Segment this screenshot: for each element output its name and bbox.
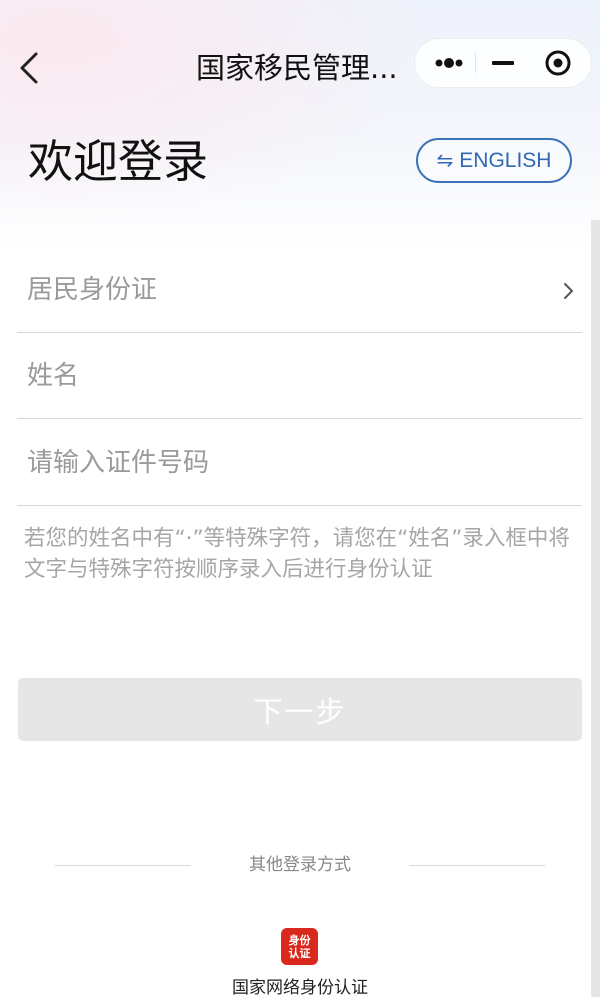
other-login-label: 其他登录方式 <box>249 855 351 875</box>
name-placeholder: 姓名 <box>27 361 80 391</box>
id-auth-logo-line1: 身份 <box>288 933 311 947</box>
back-button[interactable] <box>14 46 54 90</box>
language-button-label: ENGLISH <box>459 148 552 172</box>
id-number-field[interactable]: 请输入证件号码 <box>17 420 582 506</box>
id-type-value: 居民身份证 <box>27 275 158 305</box>
id-type-select[interactable]: 居民身份证 <box>17 247 582 333</box>
more-dots-icon <box>435 58 463 68</box>
scrollbar[interactable] <box>591 220 600 997</box>
next-step-button[interactable]: 下一步 <box>18 678 582 741</box>
special-character-hint: 若您的姓名中有“·”等特殊字符，请您在“姓名”录入框中将文字与特殊字符按顺序录入… <box>24 526 570 582</box>
national-id-auth-login[interactable]: 身份 认证 国家网络身份认证 <box>200 926 400 997</box>
divider-left <box>55 865 191 866</box>
id-number-placeholder: 请输入证件号码 <box>27 448 210 478</box>
swap-arrows-icon: ⇋ <box>436 149 454 172</box>
target-circle-icon <box>545 50 571 76</box>
minimize-button[interactable] <box>487 39 517 87</box>
name-field[interactable]: 姓名 <box>17 333 582 419</box>
chevron-left-icon <box>20 52 38 84</box>
capsule-divider <box>475 53 476 73</box>
capsule-menu <box>414 38 592 88</box>
chevron-right-icon <box>564 283 573 299</box>
id-auth-label: 国家网络身份认证 <box>232 978 368 997</box>
close-button[interactable] <box>543 48 573 78</box>
english-language-button[interactable]: ⇋ ENGLISH <box>416 138 572 183</box>
id-auth-logo-line2: 认证 <box>288 946 311 960</box>
divider-right <box>409 865 545 866</box>
minimize-icon <box>492 61 514 65</box>
page-title: 欢迎登录 <box>28 135 209 188</box>
login-page: 国家移民管理... 欢迎登录 ⇋ ENGLISH 居民身份证 姓名 请输入证件号… <box>0 0 600 997</box>
nav-title: 国家移民管理... <box>196 51 398 85</box>
id-auth-logo-icon[interactable]: 身份 认证 <box>281 928 318 965</box>
